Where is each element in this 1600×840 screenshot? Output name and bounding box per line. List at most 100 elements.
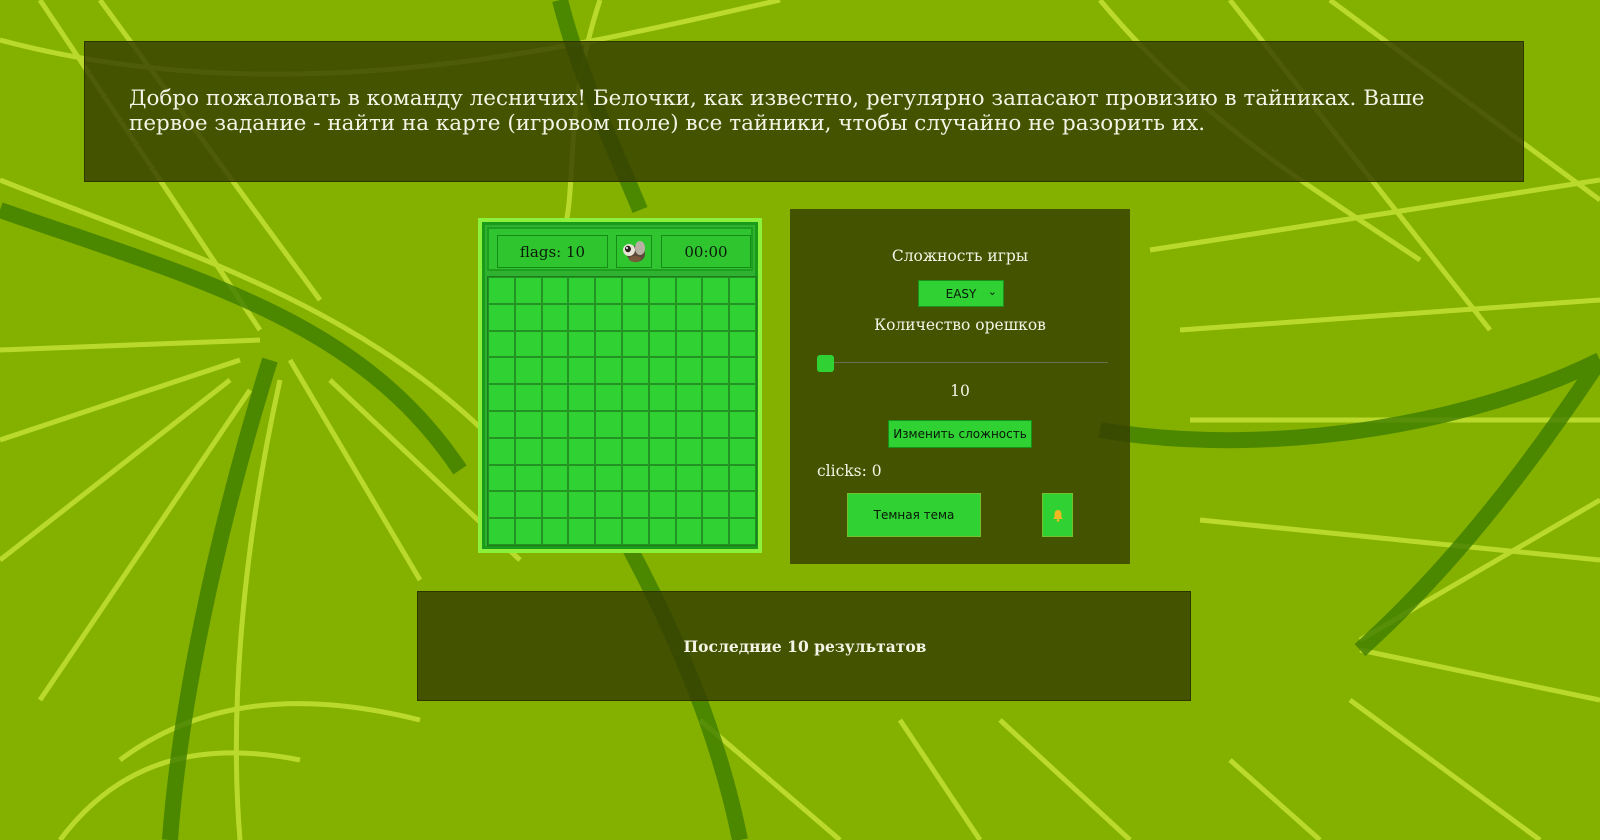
field-cell[interactable] [702, 437, 730, 465]
field-cell[interactable] [514, 384, 542, 411]
field-cell[interactable] [729, 518, 756, 545]
field-cell[interactable] [595, 410, 622, 438]
field-cell[interactable] [514, 277, 542, 304]
field-cell[interactable] [488, 303, 515, 331]
field-cell[interactable] [595, 277, 622, 304]
field-cell[interactable] [541, 518, 569, 545]
field-cell[interactable] [514, 491, 542, 519]
field-cell[interactable] [702, 491, 730, 519]
field-cell[interactable] [488, 410, 515, 438]
field-cell[interactable] [568, 518, 596, 545]
field-cell[interactable] [621, 410, 649, 438]
field-cell[interactable] [702, 410, 730, 438]
nuts-slider-thumb[interactable] [817, 355, 834, 372]
field-cell[interactable] [621, 518, 649, 545]
field-cell[interactable] [648, 518, 676, 545]
field-cell[interactable] [702, 464, 730, 492]
field-cell[interactable] [648, 330, 676, 358]
field-cell[interactable] [729, 330, 756, 358]
field-cell[interactable] [729, 464, 756, 492]
field-cell[interactable] [514, 303, 542, 331]
field-cell[interactable] [675, 410, 703, 438]
field-cell[interactable] [675, 491, 703, 519]
field-cell[interactable] [541, 303, 569, 331]
field-cell[interactable] [621, 464, 649, 492]
field-cell[interactable] [729, 277, 756, 304]
field-cell[interactable] [568, 464, 596, 492]
field-cell[interactable] [568, 330, 596, 358]
field-cell[interactable] [702, 277, 730, 304]
field-cell[interactable] [729, 357, 756, 385]
field-cell[interactable] [595, 491, 622, 519]
field-cell[interactable] [595, 357, 622, 385]
nuts-slider[interactable] [826, 362, 1108, 363]
field-cell[interactable] [729, 437, 756, 465]
field-cell[interactable] [648, 437, 676, 465]
field-cell[interactable] [568, 491, 596, 519]
field-cell[interactable] [648, 384, 676, 411]
field-cell[interactable] [675, 384, 703, 411]
field-cell[interactable] [621, 437, 649, 465]
field-cell[interactable] [648, 464, 676, 492]
field-cell[interactable] [488, 330, 515, 358]
field-cell[interactable] [621, 303, 649, 331]
field-cell[interactable] [514, 518, 542, 545]
field-cell[interactable] [568, 410, 596, 438]
field-cell[interactable] [675, 330, 703, 358]
field-cell[interactable] [595, 518, 622, 545]
field-cell[interactable] [621, 277, 649, 304]
field-cell[interactable] [568, 384, 596, 411]
field-cell[interactable] [514, 330, 542, 358]
field-cell[interactable] [488, 357, 515, 385]
field-cell[interactable] [702, 357, 730, 385]
field-cell[interactable] [675, 518, 703, 545]
field-cell[interactable] [675, 357, 703, 385]
restart-button[interactable] [616, 235, 652, 268]
field-cell[interactable] [595, 303, 622, 331]
field-cell[interactable] [541, 357, 569, 385]
field-cell[interactable] [568, 303, 596, 331]
field-cell[interactable] [621, 330, 649, 358]
field-cell[interactable] [621, 357, 649, 385]
field-cell[interactable] [648, 491, 676, 519]
field-cell[interactable] [568, 357, 596, 385]
field-cell[interactable] [729, 410, 756, 438]
field-cell[interactable] [595, 330, 622, 358]
field-cell[interactable] [541, 384, 569, 411]
field-cell[interactable] [702, 518, 730, 545]
field-cell[interactable] [675, 277, 703, 304]
field-cell[interactable] [541, 410, 569, 438]
field-cell[interactable] [595, 437, 622, 465]
field-cell[interactable] [488, 464, 515, 492]
field-cell[interactable] [514, 437, 542, 465]
field-cell[interactable] [595, 464, 622, 492]
field-cell[interactable] [648, 410, 676, 438]
field-cell[interactable] [648, 357, 676, 385]
field-cell[interactable] [702, 303, 730, 331]
difficulty-select[interactable]: EASY ⌄ [918, 280, 1004, 307]
field-cell[interactable] [514, 464, 542, 492]
field-cell[interactable] [648, 303, 676, 331]
field-cell[interactable] [595, 384, 622, 411]
field-cell[interactable] [621, 384, 649, 411]
field-cell[interactable] [541, 277, 569, 304]
field-cell[interactable] [675, 303, 703, 331]
field-cell[interactable] [514, 357, 542, 385]
field-cell[interactable] [488, 384, 515, 411]
field-cell[interactable] [488, 437, 515, 465]
field-cell[interactable] [729, 491, 756, 519]
field-cell[interactable] [541, 491, 569, 519]
field-cell[interactable] [729, 384, 756, 411]
sound-button[interactable] [1042, 493, 1073, 537]
dark-theme-button[interactable]: Темная тема [847, 493, 981, 537]
field-cell[interactable] [675, 464, 703, 492]
field-cell[interactable] [514, 410, 542, 438]
change-difficulty-button[interactable]: Изменить сложность [888, 420, 1032, 448]
field-cell[interactable] [702, 330, 730, 358]
field-cell[interactable] [702, 384, 730, 411]
field-cell[interactable] [488, 277, 515, 304]
field-cell[interactable] [729, 303, 756, 331]
field-cell[interactable] [541, 464, 569, 492]
field-cell[interactable] [541, 437, 569, 465]
field-cell[interactable] [648, 277, 676, 304]
